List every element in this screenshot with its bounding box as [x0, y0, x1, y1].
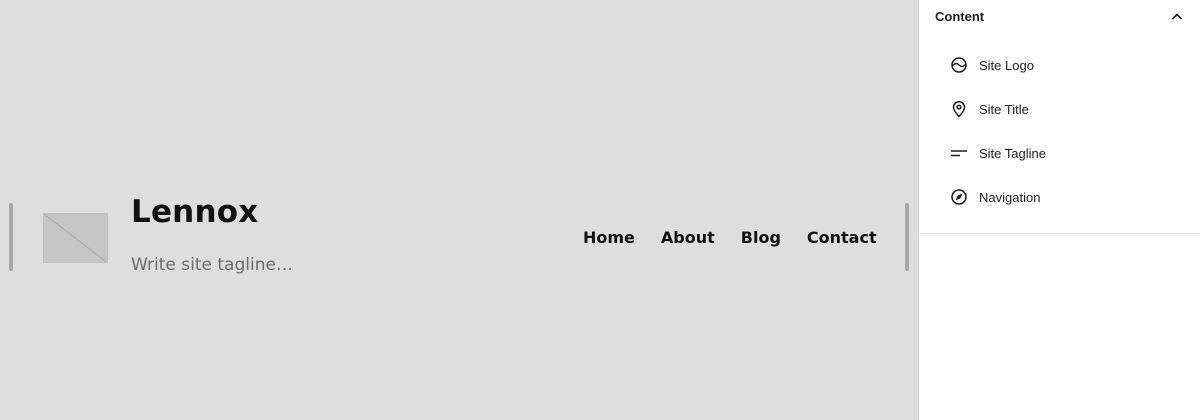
nav-item-about[interactable]: About — [648, 227, 728, 249]
site-tagline[interactable]: Write site tagline… — [131, 254, 293, 276]
nav-item-contact[interactable]: Contact — [794, 227, 890, 249]
site-logo-icon — [949, 55, 969, 75]
list-item-label: Navigation — [979, 189, 1041, 205]
list-item-label: Site Logo — [979, 57, 1034, 73]
site-title[interactable]: Lennox — [131, 192, 258, 232]
canvas-preview[interactable]: Lennox Write site tagline… Home About Bl… — [0, 0, 919, 420]
editor-root: Lennox Write site tagline… Home About Bl… — [0, 0, 1200, 420]
block-inspector-sidebar: Content Site Logo Site Title Site Taglin… — [919, 0, 1200, 420]
panel-title: Content — [935, 9, 985, 24]
chevron-up-icon[interactable] — [1170, 10, 1184, 24]
list-item-navigation[interactable]: Navigation — [919, 175, 1200, 219]
right-resize-handle[interactable] — [905, 203, 909, 271]
list-item-site-title[interactable]: Site Title — [919, 87, 1200, 131]
list-item-site-logo[interactable]: Site Logo — [919, 43, 1200, 87]
site-logo-placeholder[interactable] — [43, 213, 108, 263]
map-marker-icon — [949, 99, 969, 119]
placeholder-diagonal-icon — [44, 214, 107, 262]
tagline-icon — [949, 143, 969, 163]
nav-item-home[interactable]: Home — [570, 227, 648, 249]
content-block-list: Site Logo Site Title Site Tagline Naviga… — [919, 33, 1200, 234]
content-panel-header[interactable]: Content — [919, 0, 1200, 33]
nav-item-blog[interactable]: Blog — [728, 227, 794, 249]
navigation: Home About Blog Contact — [570, 227, 890, 249]
left-resize-handle[interactable] — [9, 203, 13, 271]
list-item-label: Site Title — [979, 101, 1029, 117]
list-item-label: Site Tagline — [979, 145, 1046, 161]
compass-icon — [949, 187, 969, 207]
list-item-site-tagline[interactable]: Site Tagline — [919, 131, 1200, 175]
